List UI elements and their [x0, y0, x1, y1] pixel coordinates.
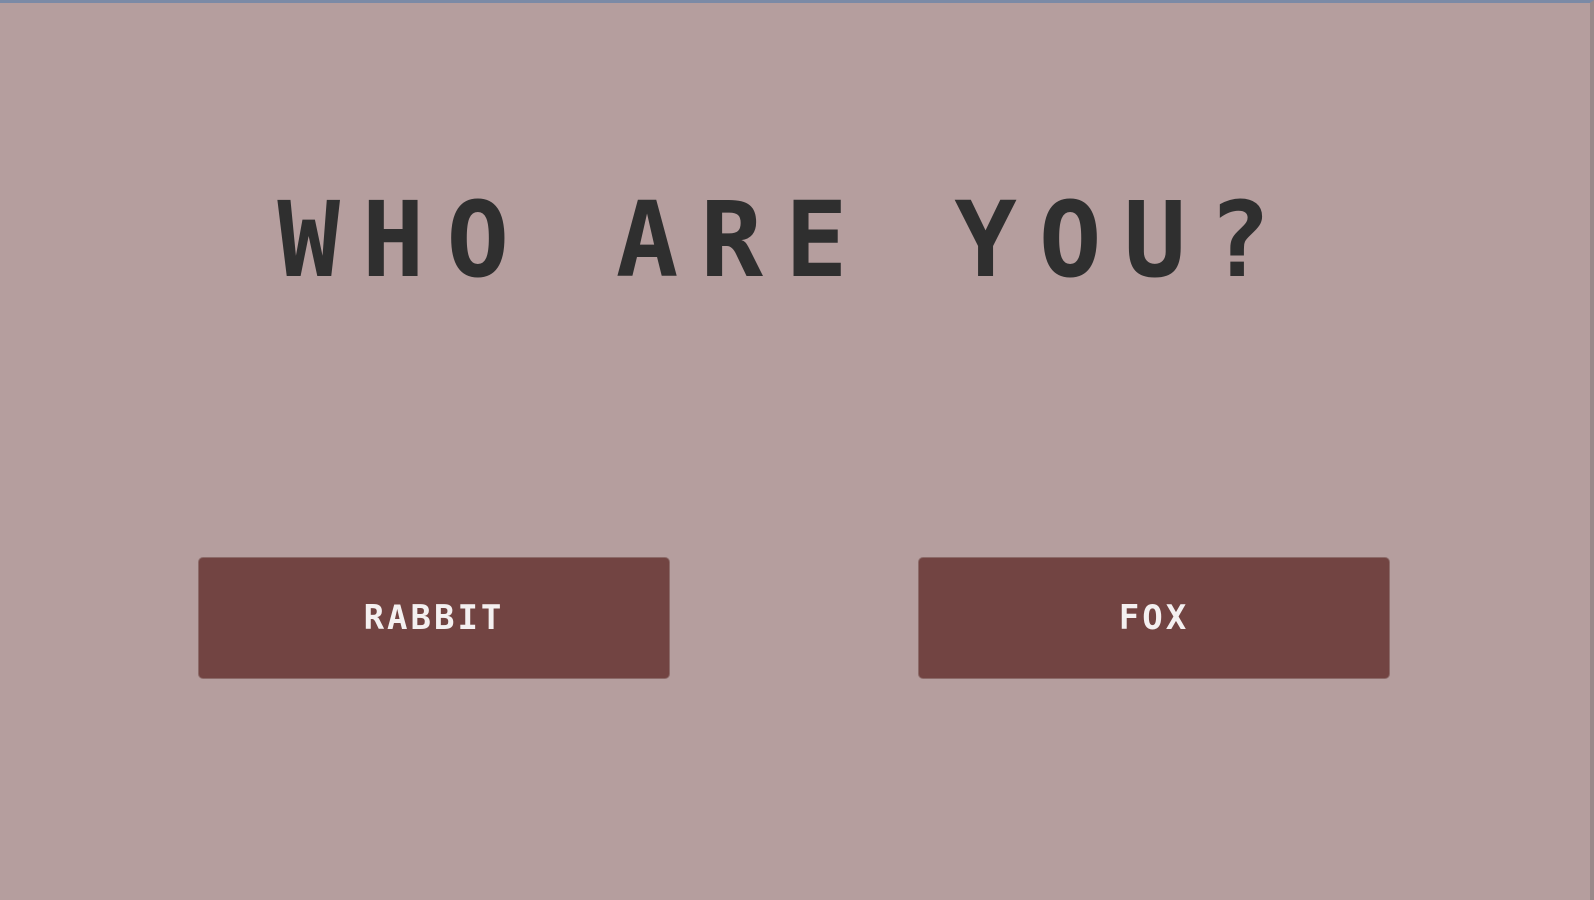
character-select-screen: WHO ARE YOU? RABBIT FOX	[0, 0, 1594, 900]
page-title: WHO ARE YOU?	[277, 179, 1293, 301]
rabbit-button-label: RABBIT	[363, 598, 505, 638]
fox-button[interactable]: FOX	[918, 557, 1390, 679]
rabbit-button[interactable]: RABBIT	[198, 557, 670, 679]
fox-button-label: FOX	[1118, 598, 1190, 638]
